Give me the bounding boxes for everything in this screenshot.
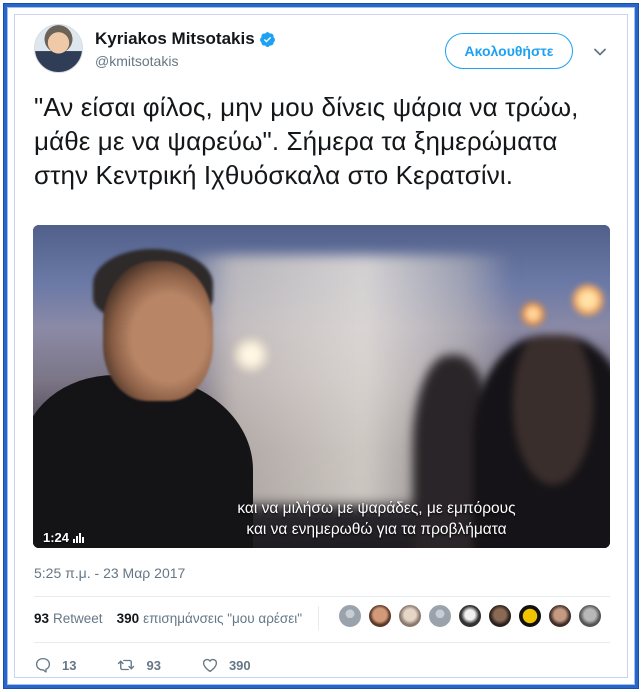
likers-avatars — [338, 604, 602, 628]
video-player[interactable]: και να μιλήσω με ψαράδες, με εμπόρους κα… — [33, 225, 610, 548]
reply-count: 13 — [62, 657, 77, 673]
subtitle-line-1: και να μιλήσω με ψαράδες, με εμπόρους — [237, 500, 516, 517]
retweet-action-count: 93 — [146, 657, 161, 673]
stats-separator — [318, 606, 320, 630]
retweet-label[interactable]: Retweet — [53, 611, 103, 626]
like-label[interactable]: επισημάνσεις "μου αρέσει" — [143, 611, 302, 626]
chevron-down-icon[interactable] — [592, 44, 608, 60]
tweet-actions: 13 93 390 — [34, 656, 291, 674]
tweet-text: "Αν είσαι φίλος, μην μου δίνεις ψάρια να… — [34, 92, 579, 190]
retweet-count[interactable]: 93 — [34, 611, 49, 626]
follow-button[interactable]: Ακολουθήστε — [445, 33, 573, 69]
divider — [34, 596, 610, 597]
divider — [34, 642, 610, 643]
video-person-face — [103, 261, 213, 401]
tweet-card: Kyriakos Mitsotakis @kmitsotakis Ακολουθ… — [17, 12, 625, 680]
avatar[interactable] — [34, 24, 83, 73]
tweet-stats: 93 Retweet 390 επισημάνσεις "μου αρέσει" — [34, 606, 320, 630]
liker-avatar[interactable] — [338, 604, 362, 628]
like-action[interactable]: 390 — [201, 656, 251, 674]
name-row: Kyriakos Mitsotakis — [95, 29, 276, 49]
liker-avatar[interactable] — [428, 604, 452, 628]
volume-bars-icon — [73, 532, 85, 543]
tweet-timestamp[interactable]: 5:25 π.μ. - 23 Μαρ 2017 — [34, 565, 185, 581]
duration-text: 1:24 — [43, 530, 70, 545]
liker-avatar[interactable] — [488, 604, 512, 628]
retweet-icon — [118, 659, 135, 671]
liker-avatar[interactable] — [368, 604, 392, 628]
liker-avatar[interactable] — [548, 604, 572, 628]
liker-avatar[interactable] — [578, 604, 602, 628]
video-light — [520, 301, 546, 327]
like-action-count: 390 — [228, 657, 251, 673]
video-duration: 1:24 — [43, 530, 85, 545]
like-icon — [202, 658, 217, 673]
liker-avatar[interactable] — [398, 604, 422, 628]
tweet-header: Kyriakos Mitsotakis @kmitsotakis Ακολουθ… — [34, 20, 608, 76]
liker-avatar[interactable] — [518, 604, 542, 628]
video-light — [571, 283, 605, 317]
video-subtitle: και να μιλήσω με ψαράδες, με εμπόρους κα… — [33, 498, 610, 540]
retweet-action[interactable]: 93 — [116, 656, 161, 674]
verified-badge-icon — [259, 31, 276, 48]
video-light — [231, 335, 271, 375]
reply-action[interactable]: 13 — [34, 656, 76, 674]
reply-icon — [35, 657, 51, 673]
display-name[interactable]: Kyriakos Mitsotakis — [95, 29, 255, 49]
subtitle-line-2: και να ενημερωθώ για τα προβλήματα — [246, 521, 507, 538]
like-count[interactable]: 390 — [117, 611, 140, 626]
liker-avatar[interactable] — [458, 604, 482, 628]
handle[interactable]: @kmitsotakis — [95, 53, 178, 69]
